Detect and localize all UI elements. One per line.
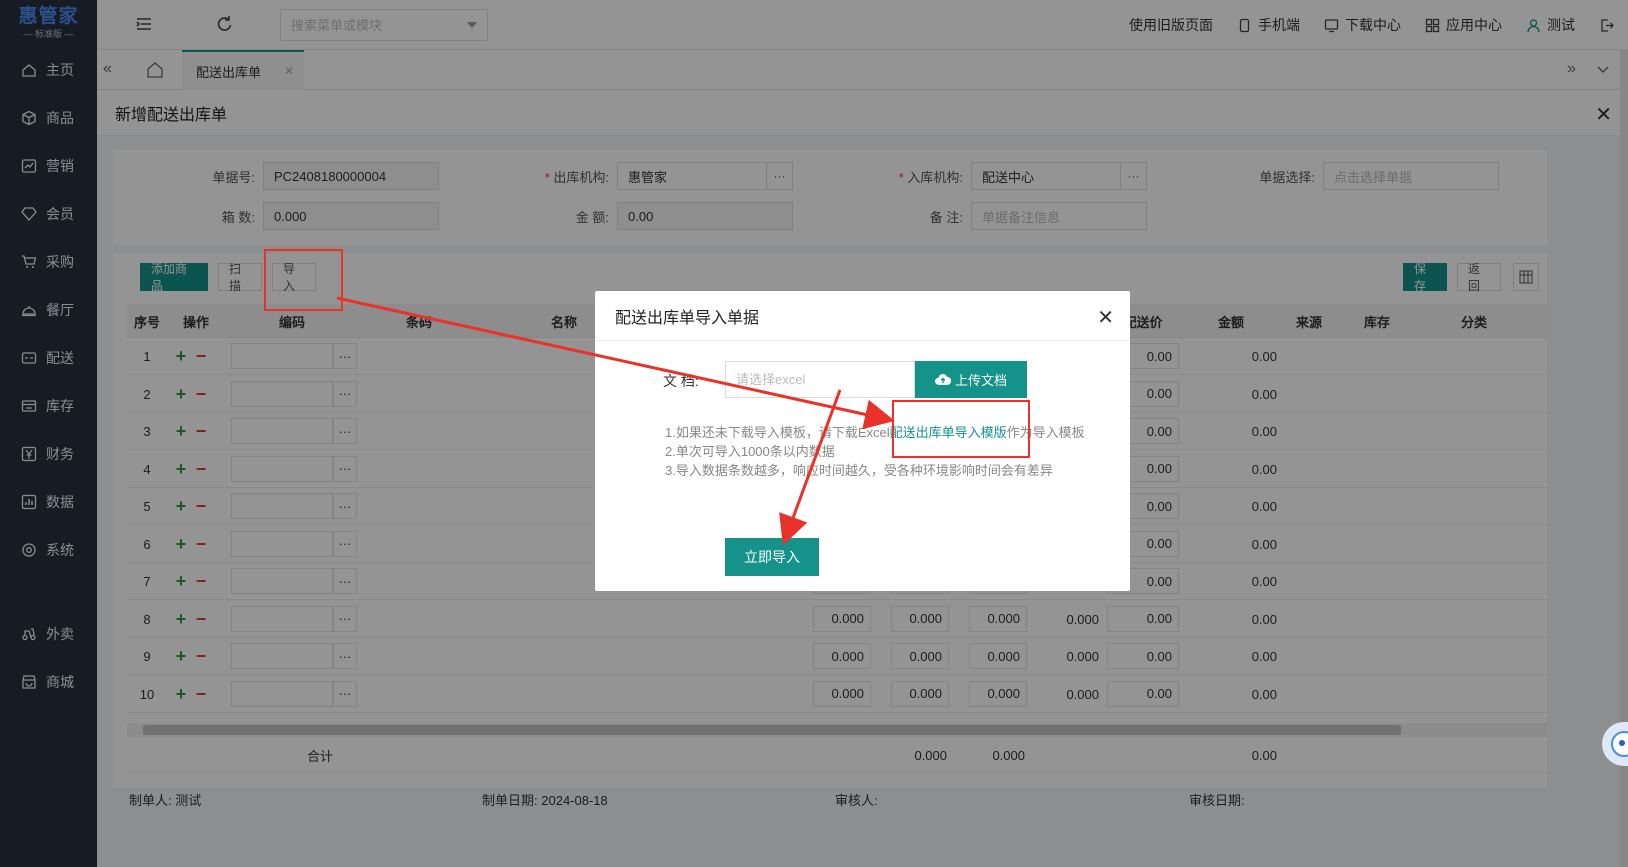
cloud-upload-icon	[934, 374, 951, 385]
import-notes: 1.如果还未下载导入模板，请下载Excel配送出库单导入模版作为导入模板 2.单…	[665, 423, 1105, 480]
upload-label: 上传文档	[954, 373, 1007, 388]
annotation-box-import	[264, 249, 343, 311]
excel-file-input[interactable]	[725, 361, 915, 398]
upload-document-button[interactable]: 上传文档	[915, 361, 1027, 398]
app-root: 惠管家 — 标准版 — 主页商品营销会员采购餐厅配送库存财务数据系统外卖商城 使…	[0, 0, 1628, 867]
import-now-button[interactable]: 立即导入	[725, 538, 819, 576]
note-1: 1.如果还未下载导入模板，请下载Excel配送出库单导入模版作为导入模板	[665, 423, 1105, 442]
note-1-text: 1.如果还未下载导入模板，请下载Excel	[665, 425, 890, 440]
note-3: 3.导入数据条数越多，响应时间越久，受各种环境影响时间会有差异	[665, 463, 1053, 478]
document-label: 文 档:	[663, 373, 699, 389]
close-icon[interactable]: ✕	[1097, 305, 1114, 330]
note-2: 2.单次可导入1000条以内数据	[665, 444, 835, 459]
import-dialog: 配送出库单导入单据 ✕ 文 档: 上传文档 1.如果还未下载导入模板，请下载Ex…	[595, 291, 1130, 591]
annotation-box-template	[892, 400, 1030, 458]
dialog-title: 配送出库单导入单据	[615, 309, 760, 327]
dialog-header: 配送出库单导入单据 ✕	[595, 291, 1130, 341]
